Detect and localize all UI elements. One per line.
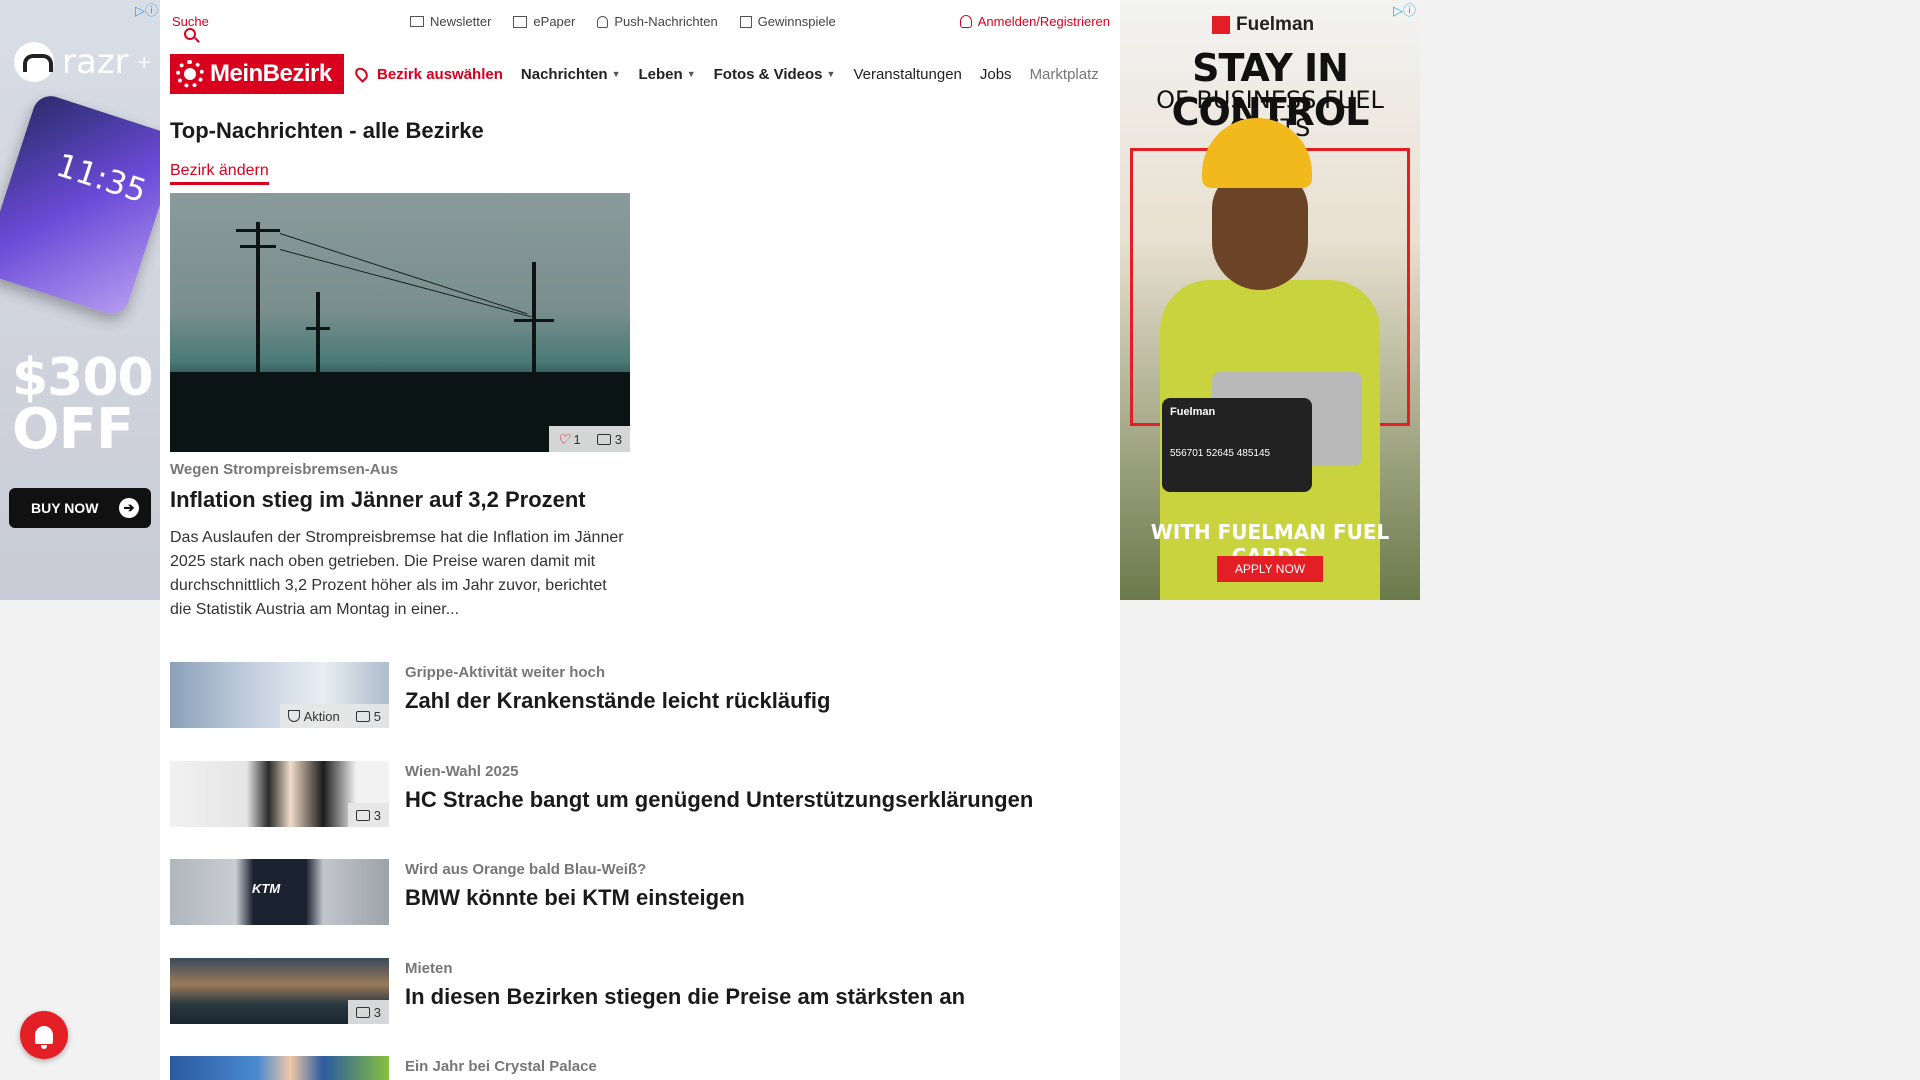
- list-item[interactable]: Aktion 5 Grippe-Aktivität weiter hoch Za…: [170, 662, 1110, 728]
- likes-badge[interactable]: ♡ 1: [549, 431, 589, 448]
- mail-icon: [410, 16, 424, 27]
- notification-bell-button[interactable]: [20, 1011, 68, 1059]
- select-district-button[interactable]: Bezirk auswählen: [352, 65, 503, 83]
- page: ▷ⓘ razr + 11:35 $300 OFF BUY NOW ➔ Suche …: [0, 0, 1920, 1080]
- trophy-icon: [287, 710, 300, 722]
- article-title[interactable]: Zahl der Krankenstände leicht rückläufig: [405, 688, 830, 714]
- bell-icon: [35, 1026, 53, 1049]
- epaper-link[interactable]: ePaper: [513, 14, 575, 29]
- article-title[interactable]: BMW könnte bei KTM einsteigen: [405, 885, 745, 911]
- hero-kicker: Wegen Strompreisbremsen-Aus: [170, 461, 399, 478]
- article-kicker: Wird aus Orange bald Blau-Weiß?: [405, 861, 647, 878]
- article-thumbnail[interactable]: [170, 1056, 389, 1080]
- article-thumbnail[interactable]: Aktion 5: [170, 662, 389, 728]
- article-thumbnail[interactable]: KTM: [170, 859, 389, 925]
- article-thumbnail[interactable]: 3: [170, 958, 389, 1024]
- ktm-logo: KTM: [252, 881, 281, 896]
- arrow-right-icon: ➔: [119, 498, 139, 518]
- heart-icon: ♡: [556, 430, 570, 447]
- gift-icon: [739, 15, 752, 28]
- push-notifications-link[interactable]: Push-Nachrichten: [597, 14, 718, 29]
- newsletter-link[interactable]: Newsletter: [410, 14, 491, 29]
- nav-fotos-videos[interactable]: Fotos & Videos ▼: [714, 66, 836, 83]
- ad-brand: Fuelman: [1212, 14, 1314, 36]
- contests-link[interactable]: Gewinnspiele: [739, 14, 836, 29]
- chevron-down-icon: ▼: [686, 69, 696, 79]
- fuel-card: Fuelman 556701 52645 485145: [1162, 398, 1312, 492]
- list-item[interactable]: Ein Jahr bei Crystal Palace: [170, 1056, 1110, 1080]
- section-title: Top-Nachrichten - alle Bezirke: [170, 118, 484, 143]
- motorola-logo-icon: [14, 42, 54, 82]
- hero-teaser: Das Auslaufen der Strompreisbremse hat d…: [170, 529, 624, 618]
- worker-face: [1212, 170, 1308, 290]
- gallery-icon: [355, 809, 370, 821]
- chevron-down-icon: ▼: [611, 69, 621, 79]
- newspaper-icon: [513, 15, 528, 28]
- nav-nachrichten[interactable]: Nachrichten ▼: [521, 66, 621, 83]
- gallery-icon: [355, 1006, 370, 1018]
- action-badge: Aktion: [280, 709, 348, 724]
- phone-time: 11:35: [51, 145, 152, 211]
- hero-image[interactable]: ♡ 1 3: [170, 193, 630, 452]
- phone-image: 11:35: [0, 91, 160, 319]
- gallery-icon: [596, 433, 611, 445]
- search-icon: [184, 28, 196, 40]
- gallery-badge: 3: [348, 808, 389, 823]
- hero-badges: ♡ 1 3: [548, 426, 630, 452]
- nav-leben[interactable]: Leben ▼: [639, 66, 696, 83]
- gallery-icon: [355, 710, 370, 722]
- nav-marktplatz[interactable]: Marktplatz: [1030, 66, 1099, 83]
- apply-now-button[interactable]: APPLY NOW: [1217, 556, 1323, 582]
- nav-jobs[interactable]: Jobs: [980, 66, 1012, 83]
- article-kicker: Wien-Wahl 2025: [405, 763, 519, 780]
- location-pin-icon: [352, 65, 371, 83]
- ad-offer: $300 OFF: [12, 348, 154, 462]
- article-kicker: Grippe-Aktivität weiter hoch: [405, 664, 606, 681]
- adchoices-icon[interactable]: ▷ⓘ: [1393, 0, 1416, 19]
- bell-icon: [597, 15, 609, 28]
- article-thumbnail[interactable]: 3: [170, 761, 389, 827]
- buy-now-button[interactable]: BUY NOW ➔: [9, 488, 151, 528]
- article-title[interactable]: In diesen Bezirken stiegen die Preise am…: [405, 984, 965, 1010]
- user-icon: [959, 15, 972, 28]
- fuelman-logo-icon: [1212, 16, 1230, 34]
- site-logo[interactable]: MeinBezirk: [170, 54, 344, 94]
- list-item[interactable]: 3 Mieten In diesen Bezirken stiegen die …: [170, 958, 1110, 1024]
- search-link[interactable]: Suche: [172, 14, 209, 40]
- hero-title[interactable]: Inflation stieg im Jänner auf 3,2 Prozen…: [170, 487, 586, 513]
- utility-links: Newsletter ePaper Push-Nachrichten Gewin…: [410, 14, 836, 29]
- left-ad-banner[interactable]: ▷ⓘ razr + 11:35 $300 OFF BUY NOW ➔: [0, 0, 160, 600]
- adchoices-icon[interactable]: ▷ⓘ: [135, 0, 158, 19]
- article-kicker: Mieten: [405, 960, 453, 977]
- article-kicker: Ein Jahr bei Crystal Palace: [405, 1058, 597, 1075]
- nav-veranstaltungen[interactable]: Veranstaltungen: [853, 66, 961, 83]
- main-nav: MeinBezirk Bezirk auswählen Nachrichten ▼…: [170, 54, 1099, 94]
- gallery-badge: 5: [348, 709, 389, 724]
- login-link[interactable]: Anmelden/Registrieren: [959, 14, 1110, 29]
- logo-sun-icon: [176, 60, 204, 88]
- top-utility-bar: Suche Newsletter ePaper Push-Nachrichten…: [160, 0, 1120, 46]
- list-item[interactable]: 3 Wien-Wahl 2025 HC Strache bangt um gen…: [170, 761, 1110, 827]
- list-item[interactable]: KTM Wird aus Orange bald Blau-Weiß? BMW …: [170, 859, 1110, 925]
- ad-brand: razr +: [14, 42, 152, 82]
- gallery-badge: 3: [589, 432, 630, 447]
- main-column: Suche Newsletter ePaper Push-Nachrichten…: [160, 0, 1120, 1080]
- article-title[interactable]: HC Strache bangt um genügend Unterstützu…: [405, 787, 1033, 813]
- right-ad-banner[interactable]: ▷ⓘ Fuelman STAY IN CONTROL OF BUSINESS F…: [1120, 0, 1420, 600]
- gallery-badge: 3: [348, 1005, 389, 1020]
- chevron-down-icon: ▼: [826, 69, 836, 79]
- change-district-link[interactable]: Bezirk ändern: [170, 162, 269, 185]
